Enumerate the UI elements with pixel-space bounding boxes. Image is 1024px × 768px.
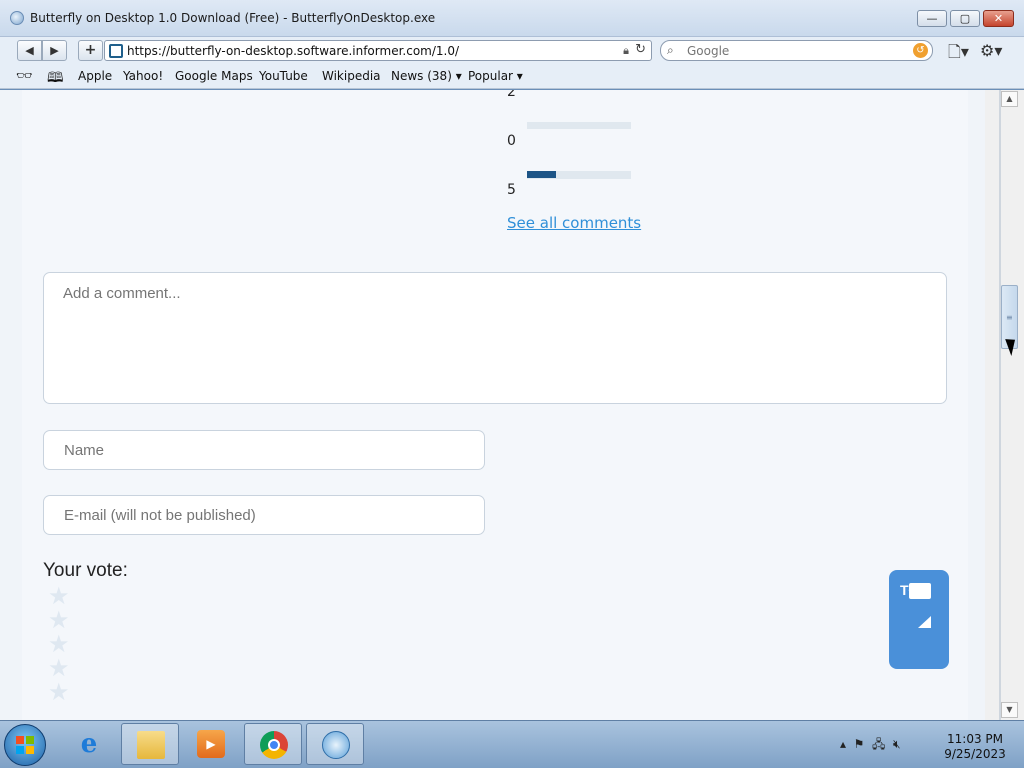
add-bookmark-button[interactable]: + — [78, 40, 103, 61]
bookmark-popular-folder[interactable]: Popular ▾ — [468, 69, 523, 83]
bookmark-yahoo[interactable]: Yahoo! — [123, 69, 163, 83]
grip-icon: ≡ — [1006, 313, 1013, 322]
bookmarks-book-icon[interactable]: 🕮︎ — [47, 67, 64, 91]
lock-icon: 🔒︎ — [623, 44, 629, 57]
settings-gear-icon[interactable]: ⚙▾ — [980, 41, 1002, 60]
rating-row-label: 0 — [507, 133, 516, 149]
close-button[interactable]: ✕ — [983, 10, 1014, 27]
page-content: 2 0 5 See all comments Your vote: ★ ★ ★ … — [22, 90, 968, 720]
taskbar-internet-explorer[interactable]: e — [60, 723, 118, 765]
folder-icon — [137, 731, 165, 759]
safari-app-icon — [10, 11, 24, 25]
bookmark-wikipedia[interactable]: Wikipedia — [322, 69, 381, 83]
taskbar-safari[interactable] — [306, 723, 364, 765]
taskbar-clock[interactable]: 11:03 PM 9/25/2023 — [940, 732, 1010, 762]
navigation-bar: ◀ ▶ + https://butterfly-on-desktop.softw… — [0, 37, 1024, 65]
email-input[interactable] — [43, 495, 485, 535]
bookmark-youtube[interactable]: YouTube — [259, 69, 308, 83]
search-go-icon[interactable]: ↺ — [913, 43, 928, 58]
taskbar-media-player[interactable]: ▶ — [182, 723, 240, 765]
bookmark-news-folder[interactable]: News (38) ▾ — [391, 69, 462, 83]
internet-explorer-icon: e — [80, 729, 98, 759]
reading-list-icon[interactable]: 👓︎ — [16, 69, 33, 84]
your-vote-label: Your vote: — [43, 560, 128, 581]
minimize-button[interactable]: — — [917, 10, 947, 27]
rating-row-label: 5 — [507, 182, 516, 198]
site-favicon-icon — [109, 44, 123, 58]
taskbar-chrome[interactable] — [244, 723, 302, 765]
vertical-scrollbar[interactable]: ▲ ≡ ▼ — [985, 90, 1024, 720]
rating-bar-fill — [527, 171, 557, 178]
address-bar[interactable]: https://butterfly-on-desktop.software.in… — [104, 40, 652, 61]
windows-logo-icon — [16, 736, 34, 754]
taskbar: e ▶ ▴ ⚑ 🖧︎ 🔇︎ 11:03 PM 9/25/2023 — [0, 720, 1024, 768]
media-player-icon: ▶ — [197, 730, 225, 758]
bookmark-apple[interactable]: Apple — [78, 69, 112, 83]
vote-star-icon[interactable]: ★ — [48, 680, 70, 704]
scrollbar-divider — [999, 90, 1001, 720]
taskbar-file-explorer[interactable] — [121, 723, 179, 765]
back-button[interactable]: ◀ — [17, 40, 42, 61]
resize-corner-icon — [918, 616, 931, 628]
rating-bar — [527, 122, 631, 129]
maximize-button[interactable]: ▢ — [950, 10, 980, 27]
search-input[interactable] — [687, 43, 897, 58]
chrome-icon — [260, 731, 288, 759]
clock-time: 11:03 PM — [947, 732, 1003, 746]
reload-icon[interactable]: ↻ — [635, 42, 646, 57]
forward-button[interactable]: ▶ — [42, 40, 67, 61]
window-title: Butterfly on Desktop 1.0 Download (Free)… — [30, 11, 436, 25]
system-tray-icons[interactable]: ▴ ⚑ 🖧︎ 🔇︎ — [840, 735, 901, 756]
vote-star-icon[interactable]: ★ — [48, 632, 70, 656]
search-box[interactable]: ⌕ ↺ — [660, 40, 933, 61]
title-bar: Butterfly on Desktop 1.0 Download (Free)… — [0, 0, 1024, 37]
name-input[interactable] — [43, 430, 485, 470]
page-viewport: 2 0 5 See all comments Your vote: ★ ★ ★ … — [0, 90, 985, 720]
safari-compass-icon — [322, 731, 350, 759]
rating-row-label: 2 — [507, 90, 516, 100]
address-url[interactable]: https://butterfly-on-desktop.software.in… — [127, 44, 459, 58]
vote-star-icon[interactable]: ★ — [48, 608, 70, 632]
vote-star-icon[interactable]: ★ — [48, 584, 70, 608]
rating-bar — [527, 171, 631, 178]
comment-textarea[interactable] — [43, 272, 947, 404]
bookmark-google-maps[interactable]: Google Maps — [175, 69, 253, 83]
search-icon: ⌕ — [667, 43, 674, 57]
overlay-box — [909, 583, 931, 599]
see-all-comments-link[interactable]: See all comments — [507, 214, 641, 232]
scroll-up-arrow-icon[interactable]: ▲ — [1001, 91, 1018, 107]
vote-star-icon[interactable]: ★ — [48, 656, 70, 680]
start-button[interactable] — [4, 724, 46, 766]
scroll-down-arrow-icon[interactable]: ▼ — [1001, 702, 1018, 718]
page-menu-icon[interactable]: 🗋︎▾ — [948, 41, 969, 68]
clock-date: 9/25/2023 — [944, 747, 1006, 761]
back-to-top-button[interactable]: TOP — [889, 570, 949, 669]
bookmarks-bar: 👓︎ 🕮︎ Apple Yahoo! Google Maps YouTube W… — [0, 65, 1024, 89]
